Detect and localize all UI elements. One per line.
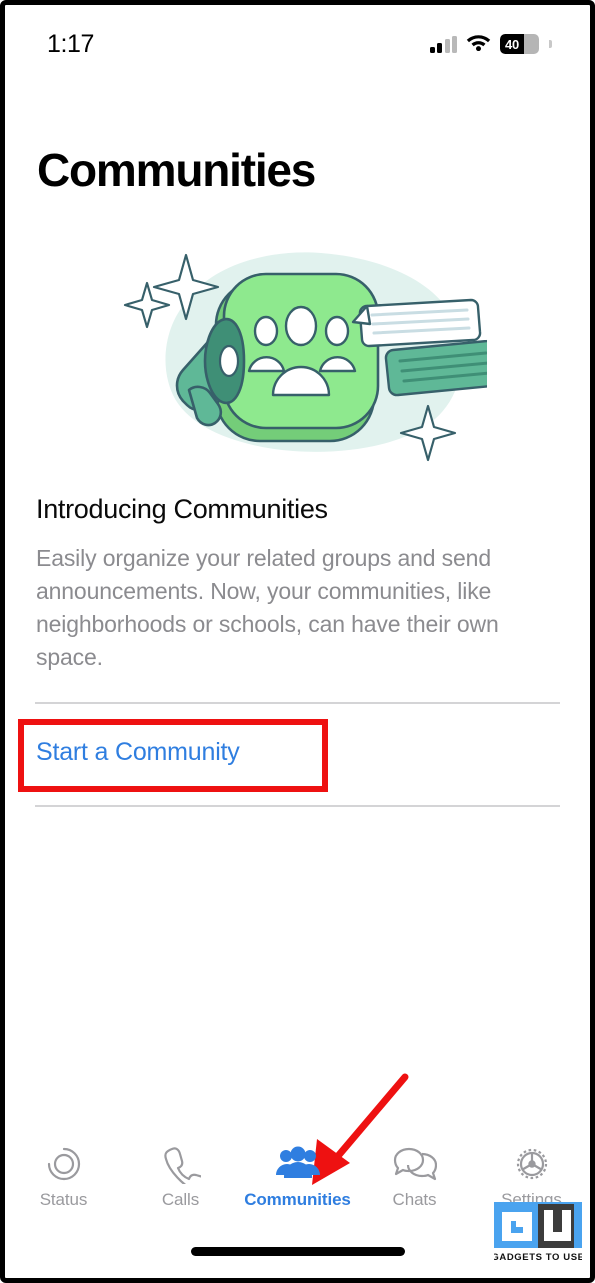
wifi-icon [466,32,491,56]
phone-screen: 1:17 40 Communities Introducing Communit… [0,0,595,1283]
tab-chats-label: Chats [392,1190,437,1209]
megaphone-mouth [218,344,240,378]
person-head-left [253,315,279,347]
divider-top [35,702,560,704]
gadgets-to-use-watermark: GADGETS TO USE [491,1202,584,1264]
tab-status-label: Status [39,1190,88,1209]
watermark-caption: GADGETS TO USE [494,1252,582,1263]
home-indicator [190,1247,405,1256]
start-a-community-button[interactable]: Start a Community [36,738,240,767]
status-bar-icons: 40 [429,32,552,56]
status-bar-clock: 1:17 [47,29,95,58]
tab-chats[interactable]: Chats [356,1144,473,1210]
status-rings-icon [44,1144,84,1184]
person-head-right [324,315,350,347]
intro-heading: Introducing Communities [36,494,328,524]
people-group-icon [275,1144,320,1184]
tab-communities-label: Communities [244,1190,351,1209]
battery-icon: 40 [500,34,539,54]
tab-calls-label: Calls [161,1190,200,1209]
page-title: Communities [37,144,316,196]
intro-body-text: Easily organize your related groups and … [36,545,499,670]
communities-illustration [123,243,515,475]
status-bar: 1:17 40 [5,5,590,79]
gear-icon [512,1144,552,1184]
cellular-signal-icon [429,35,457,53]
tab-status[interactable]: Status [5,1144,122,1210]
battery-level-label: 40 [505,36,520,52]
phone-handset-icon [161,1144,201,1184]
tab-communities[interactable]: Communities [239,1144,356,1210]
community-card [222,272,380,430]
divider-bottom [35,805,560,807]
person-head-center [284,305,318,347]
battery-nub-icon [549,40,552,48]
tab-calls[interactable]: Calls [122,1144,239,1210]
chat-bubbles-icon [393,1144,437,1184]
tab-settings[interactable]: Settings [473,1144,590,1210]
